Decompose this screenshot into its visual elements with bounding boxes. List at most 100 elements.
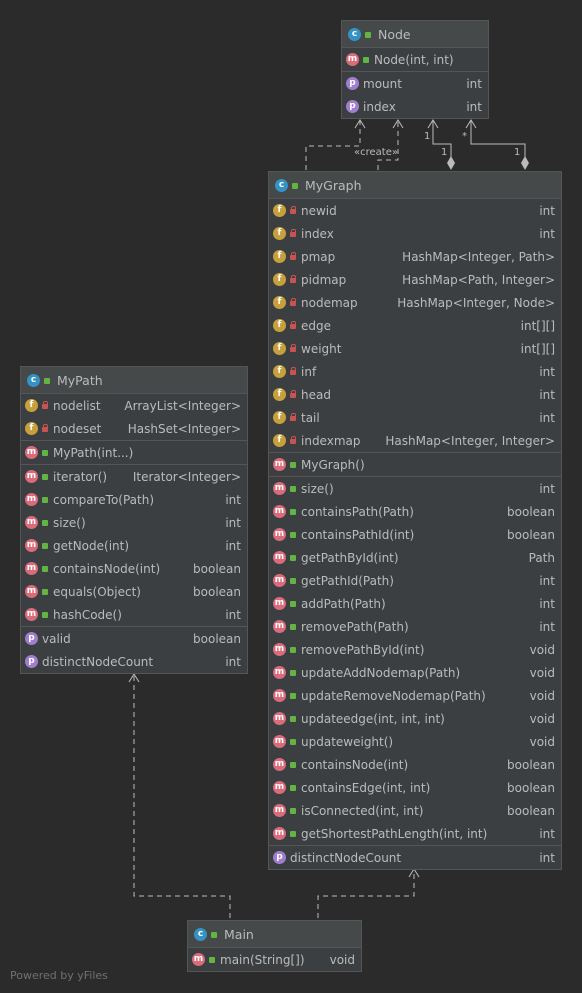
private-lock-icon <box>289 275 297 284</box>
class-mygraph[interactable]: c MyGraph f newid int f index int f pmap HashMap<I… <box>268 171 562 870</box>
member-row[interactable]: m getPathId(Path) int <box>269 569 561 592</box>
member-row[interactable]: m containsNode(int) boolean <box>21 557 247 580</box>
member-row[interactable]: m getShortestPathLength(int, int) int <box>269 822 561 845</box>
member-row[interactable]: m removePath(Path) int <box>269 615 561 638</box>
member-row[interactable]: f tail int <box>269 406 561 429</box>
member-row[interactable]: m removePathById(int) void <box>269 638 561 661</box>
member-row[interactable]: m compareTo(Path) int <box>21 488 247 511</box>
member-section: m size() int m containsPath(Path) boolean m con… <box>269 477 561 846</box>
member-name: edge <box>301 318 331 333</box>
private-lock-icon <box>289 367 297 376</box>
member-row[interactable]: f head int <box>269 383 561 406</box>
member-type: Path <box>528 550 555 565</box>
member-name: getPathId(Path) <box>301 573 394 588</box>
member-row[interactable]: m equals(Object) boolean <box>21 580 247 603</box>
method-icon: m <box>273 643 286 656</box>
member-type: void <box>529 665 555 680</box>
class-node[interactable]: c Node m Node(int, int) p mount int p index int <box>341 20 489 119</box>
member-row[interactable]: m addPath(Path) int <box>269 592 561 615</box>
class-header[interactable]: c Main <box>188 921 361 948</box>
member-name: index <box>363 99 396 114</box>
private-lock-icon <box>41 401 49 410</box>
field-icon: f <box>25 399 38 412</box>
field-icon: f <box>273 319 286 332</box>
member-row[interactable]: f nodemap HashMap<Integer, Node> <box>269 291 561 314</box>
member-type: boolean <box>507 504 555 519</box>
member-type: boolean <box>193 584 241 599</box>
field-icon: f <box>273 250 286 263</box>
public-icon <box>41 587 49 596</box>
class-header[interactable]: c Node <box>342 21 488 48</box>
member-name: nodelist <box>53 398 101 413</box>
member-row[interactable]: m getNode(int) int <box>21 534 247 557</box>
member-row[interactable]: p distinctNodeCount int <box>269 846 561 869</box>
public-icon <box>41 610 49 619</box>
member-row[interactable]: m containsPathId(int) boolean <box>269 523 561 546</box>
member-row[interactable]: p valid boolean <box>21 627 247 650</box>
member-row[interactable]: f pidmap HashMap<Path, Integer> <box>269 268 561 291</box>
member-row[interactable]: m iterator() Iterator<Integer> <box>21 465 247 488</box>
class-mypath[interactable]: c MyPath f nodelist ArrayList<Integer> f nodes… <box>20 366 248 674</box>
member-row[interactable]: m main(String[]) void <box>188 948 361 971</box>
public-icon <box>289 645 297 654</box>
member-row[interactable]: f inf int <box>269 360 561 383</box>
member-row[interactable]: f pmap HashMap<Integer, Path> <box>269 245 561 268</box>
member-type: HashSet<Integer> <box>127 421 241 436</box>
member-row[interactable]: m containsEdge(int, int) boolean <box>269 776 561 799</box>
member-row[interactable]: m hashCode() int <box>21 603 247 626</box>
member-type: int <box>225 654 241 669</box>
method-icon: m <box>346 53 359 66</box>
member-row[interactable]: m getPathById(int) Path <box>269 546 561 569</box>
method-icon: m <box>273 458 286 471</box>
method-icon: m <box>273 827 286 840</box>
member-row[interactable]: m containsNode(int) boolean <box>269 753 561 776</box>
member-type: boolean <box>507 527 555 542</box>
member-row[interactable]: f newid int <box>269 199 561 222</box>
member-name: MyGraph() <box>301 457 365 472</box>
private-lock-icon <box>289 321 297 330</box>
member-row[interactable]: f weight int[][] <box>269 337 561 360</box>
member-row[interactable]: m MyGraph() <box>269 453 561 476</box>
member-type: int <box>225 538 241 553</box>
property-icon: p <box>273 851 286 864</box>
field-icon: f <box>273 365 286 378</box>
member-type: int <box>539 850 555 865</box>
method-icon: m <box>192 953 205 966</box>
public-icon <box>289 760 297 769</box>
member-row[interactable]: m updateAddNodemap(Path) void <box>269 661 561 684</box>
member-row[interactable]: m Node(int, int) <box>342 48 488 71</box>
member-row[interactable]: p mount int <box>342 72 488 95</box>
member-row[interactable]: f nodelist ArrayList<Integer> <box>21 394 247 417</box>
member-row[interactable]: f indexmap HashMap<Integer, Integer> <box>269 429 561 452</box>
member-type: boolean <box>193 561 241 576</box>
member-row[interactable]: p distinctNodeCount int <box>21 650 247 673</box>
member-row[interactable]: m size() int <box>269 477 561 500</box>
method-icon: m <box>273 528 286 541</box>
member-row[interactable]: f nodeset HashSet<Integer> <box>21 417 247 440</box>
member-name: mount <box>363 76 402 91</box>
member-row[interactable]: p index int <box>342 95 488 118</box>
class-header[interactable]: c MyGraph <box>269 172 561 199</box>
member-row[interactable]: m size() int <box>21 511 247 534</box>
member-type: HashMap<Integer, Node> <box>397 295 555 310</box>
member-row[interactable]: m updateedge(int, int, int) void <box>269 707 561 730</box>
member-type: int <box>539 596 555 611</box>
member-name: updateweight() <box>301 734 394 749</box>
member-row[interactable]: m isConnected(int, int) boolean <box>269 799 561 822</box>
member-row[interactable]: f edge int[][] <box>269 314 561 337</box>
member-row[interactable]: m updateRemoveNodemap(Path) void <box>269 684 561 707</box>
member-type: int <box>539 573 555 588</box>
member-row[interactable]: m containsPath(Path) boolean <box>269 500 561 523</box>
member-name: removePathById(int) <box>301 642 425 657</box>
member-section: p distinctNodeCount int <box>269 846 561 869</box>
member-type: int <box>539 619 555 634</box>
member-name: nodeset <box>53 421 102 436</box>
member-row[interactable]: f index int <box>269 222 561 245</box>
class-header[interactable]: c MyPath <box>21 367 247 394</box>
member-row[interactable]: m MyPath(int...) <box>21 441 247 464</box>
member-name: main(String[]) <box>220 952 305 967</box>
member-section: m Node(int, int) <box>342 48 488 72</box>
public-icon <box>41 541 49 550</box>
member-row[interactable]: m updateweight() void <box>269 730 561 753</box>
class-main[interactable]: c Main m main(String[]) void <box>187 920 362 972</box>
